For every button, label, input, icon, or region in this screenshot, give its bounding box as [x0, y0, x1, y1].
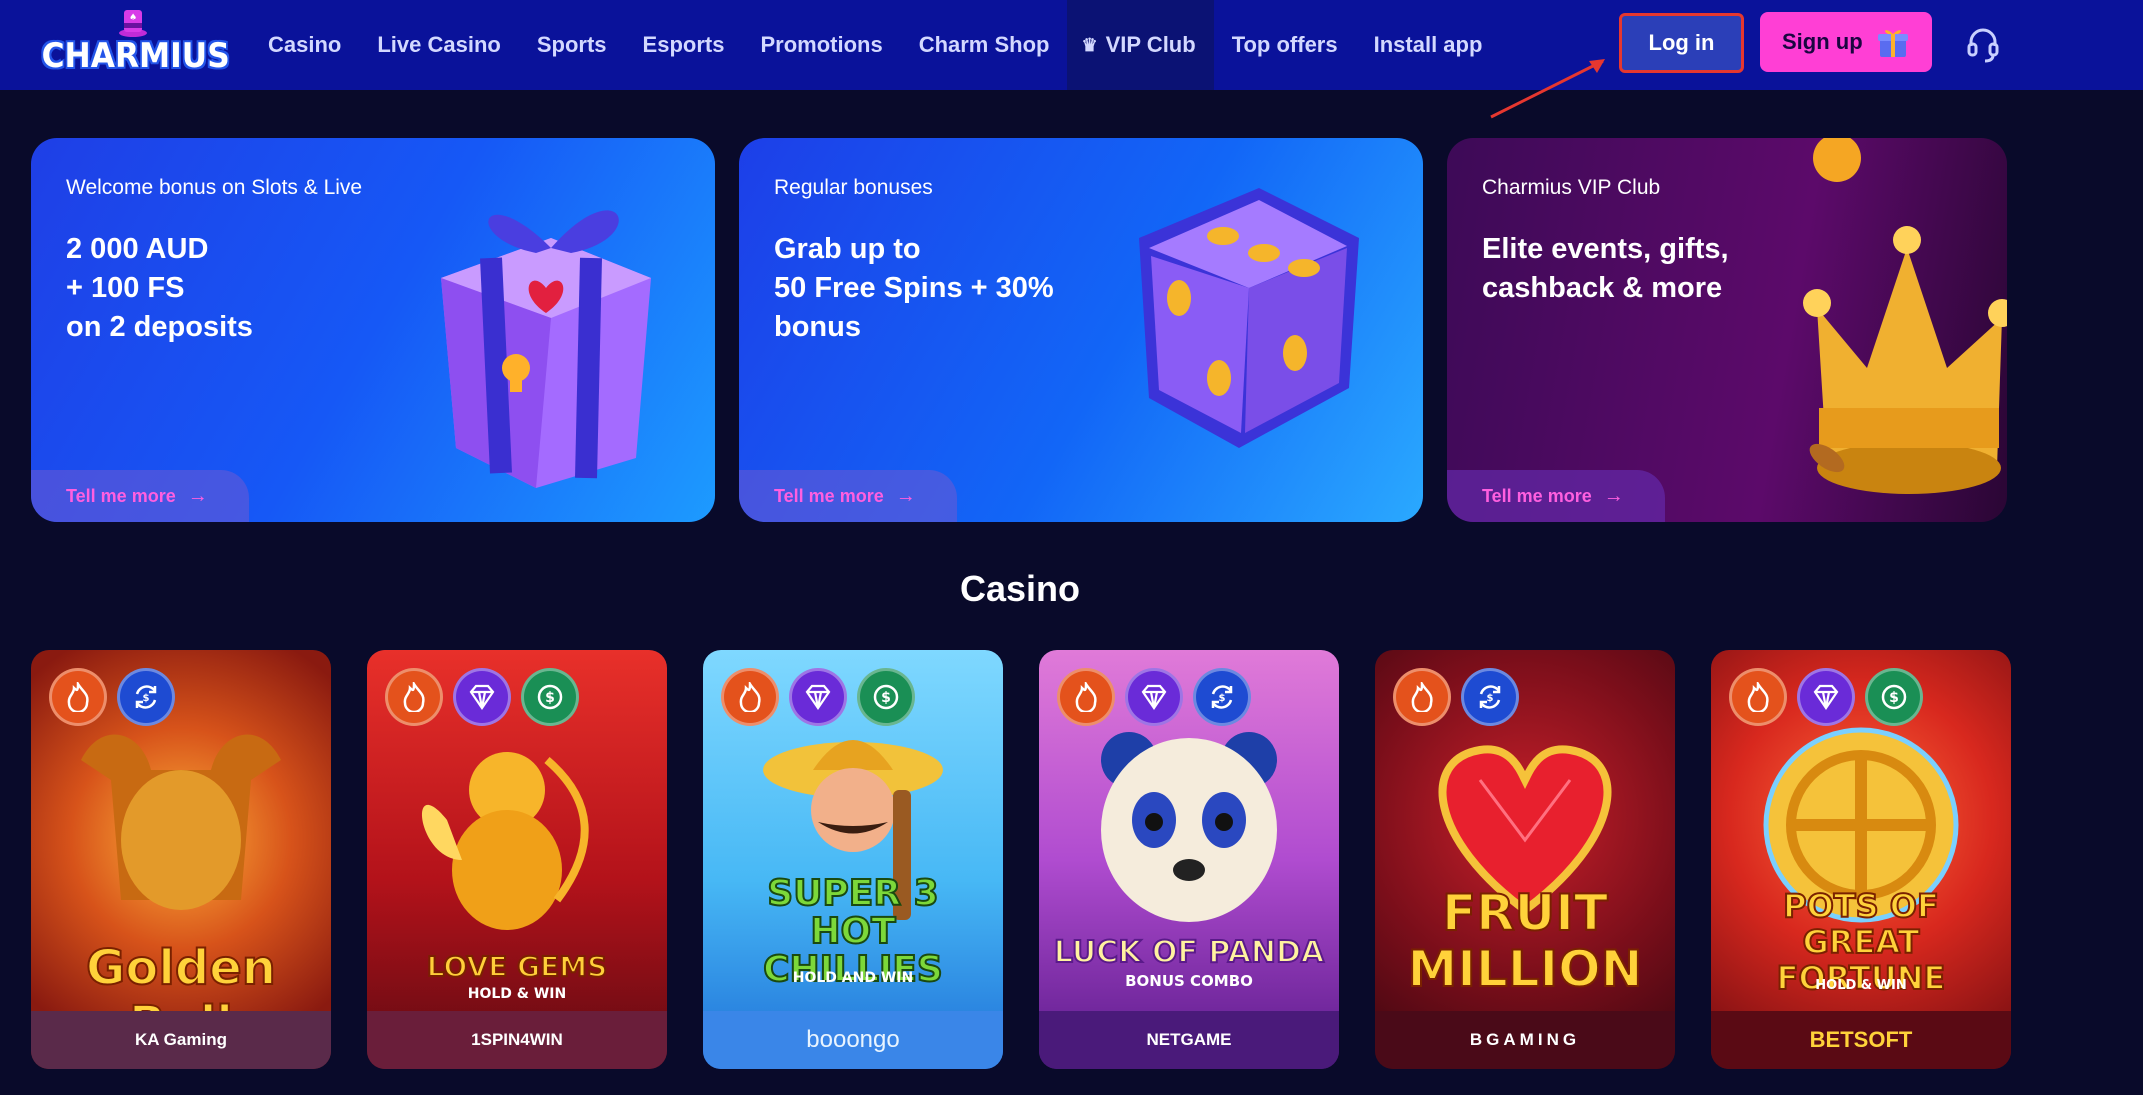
provider-logo: BGAMING: [1375, 1011, 1675, 1069]
cash-icon: $: [1865, 668, 1923, 726]
game-badges: $: [385, 668, 579, 726]
swap-icon: $: [1461, 668, 1519, 726]
promo-headline: Grab up to 50 Free Spins + 30% bonus: [774, 233, 1054, 343]
svg-text:♠: ♠: [129, 13, 137, 23]
logo-wordmark: CHARMIUS: [41, 36, 230, 76]
promo-card-welcome[interactable]: Welcome bonus on Slots & Live 2 000 AUD …: [31, 138, 715, 522]
gem-icon: [453, 668, 511, 726]
signup-button[interactable]: Sign up: [1760, 12, 1932, 72]
gem-icon: [789, 668, 847, 726]
provider-logo: booongo: [703, 1011, 1003, 1069]
game-card-golden-bull[interactable]: Golden Bull KA Gaming $: [31, 650, 331, 1069]
game-subtitle: HOLD AND WIN: [792, 970, 914, 986]
nav-casino[interactable]: Casino: [250, 0, 359, 90]
game-card-fruit-million[interactable]: FRUIT MILLION BGAMING $: [1375, 650, 1675, 1069]
promo-headline: 2 000 AUD + 100 FS on 2 deposits: [66, 233, 253, 343]
game-subtitle: HOLD & WIN: [467, 986, 567, 1002]
nav-top-offers[interactable]: Top offers: [1214, 0, 1356, 90]
svg-text:$: $: [881, 690, 891, 706]
tell-me-more-label: Tell me more: [774, 485, 884, 506]
nav-esports[interactable]: Esports: [625, 0, 743, 90]
game-badges: $: [1057, 668, 1251, 726]
svg-text:$: $: [545, 690, 555, 706]
provider-logo: KA Gaming: [31, 1011, 331, 1069]
game-badges: $: [1393, 668, 1519, 726]
fire-icon: [385, 668, 443, 726]
game-card-pots-of-great-fortune[interactable]: POTS OF GREAT FORTUNE HOLD & WIN BETSOFT…: [1711, 650, 2011, 1069]
nav-vip-club[interactable]: ♛ VIP Club: [1067, 0, 1214, 90]
svg-text:$: $: [143, 693, 150, 704]
top-hat-icon: ♠: [119, 10, 147, 37]
fire-icon: [721, 668, 779, 726]
fire-icon: [1057, 668, 1115, 726]
nav-live-casino[interactable]: Live Casino: [359, 0, 518, 90]
fire-icon: [49, 668, 107, 726]
tell-me-more-label: Tell me more: [66, 485, 176, 506]
game-card-super-3-hot-chillies[interactable]: SUPER 3 HOT CHILLIES HOLD AND WIN booong…: [703, 650, 1003, 1069]
fire-icon: [1393, 668, 1451, 726]
bull-illustration: [81, 734, 281, 910]
gift-icon: [1878, 30, 1908, 57]
svg-text:$: $: [1889, 690, 1899, 706]
game-badges: $: [1729, 668, 1923, 726]
game-title: LOVE GEMS: [426, 949, 609, 984]
promo-card-vip-club[interactable]: Charmius VIP Club Elite events, gifts, c…: [1447, 138, 2007, 522]
game-badges: $: [49, 668, 175, 726]
game-card-luck-of-panda[interactable]: LUCK OF PANDA BONUS COMBO NETGAME $: [1039, 650, 1339, 1069]
promo-headline: Elite events, gifts, cashback & more: [1482, 233, 1729, 304]
promo-kicker: Regular bonuses: [774, 176, 933, 199]
tell-me-more-link[interactable]: Tell me more →: [1447, 470, 1665, 522]
game-subtitle: HOLD & WIN: [1815, 978, 1907, 993]
arrow-right-icon: →: [895, 484, 916, 507]
gem-icon: [1125, 668, 1183, 726]
nav-charm-shop[interactable]: Charm Shop: [901, 0, 1068, 90]
arrow-right-icon: →: [187, 484, 208, 507]
game-title: FRUIT MILLION: [1406, 884, 1643, 998]
nav-promotions[interactable]: Promotions: [742, 0, 900, 90]
swap-icon: $: [117, 668, 175, 726]
promo-kicker: Charmius VIP Club: [1482, 176, 1661, 199]
promo-card-regular-bonuses[interactable]: Regular bonuses Grab up to 50 Free Spins…: [739, 138, 1423, 522]
provider-logo: 1SPIN4WIN: [367, 1011, 667, 1069]
top-navigation-bar: ♠ CHARMIUS Casino Live Casino Sports Esp…: [0, 0, 2143, 90]
tell-me-more-label: Tell me more: [1482, 485, 1592, 506]
cash-icon: $: [857, 668, 915, 726]
swap-icon: $: [1193, 668, 1251, 726]
casino-section-title: Casino: [959, 568, 1081, 609]
tell-me-more-link[interactable]: Tell me more →: [31, 470, 249, 522]
game-badges: $: [721, 668, 915, 726]
cupid-illustration: [421, 752, 589, 930]
nav-sports[interactable]: Sports: [519, 0, 625, 90]
svg-text:$: $: [1487, 693, 1494, 704]
cash-icon: $: [521, 668, 579, 726]
tell-me-more-link[interactable]: Tell me more →: [739, 470, 957, 522]
crown-icon: [1803, 138, 2007, 494]
signup-button-label: Sign up: [1782, 29, 1863, 54]
fire-icon: [1729, 668, 1787, 726]
game-subtitle: BONUS COMBO: [1125, 972, 1253, 990]
charmius-logo[interactable]: ♠ CHARMIUS: [34, 6, 230, 84]
provider-logo: NETGAME: [1039, 1011, 1339, 1069]
gem-icon: [1797, 668, 1855, 726]
game-title: LUCK OF PANDA: [1053, 934, 1325, 971]
nav-install-app[interactable]: Install app: [1356, 0, 1501, 90]
panda-illustration: [1101, 732, 1277, 922]
game-card-love-gems[interactable]: LOVE GEMS HOLD & WIN 1SPIN4WIN $: [367, 650, 667, 1069]
crown-icon: ♛: [1081, 34, 1098, 55]
provider-logo: BETSOFT: [1711, 1011, 2011, 1069]
svg-text:$: $: [1219, 693, 1226, 704]
promo-kicker: Welcome bonus on Slots & Live: [66, 176, 363, 199]
arrow-right-icon: →: [1603, 484, 1624, 507]
main-nav: Casino Live Casino Sports Esports Promot…: [250, 0, 1500, 90]
dice-icon: [1139, 188, 1359, 448]
gift-box-icon: [441, 210, 651, 488]
headset-support-icon[interactable]: [1965, 24, 2001, 64]
nav-vip-club-label: VIP Club: [1105, 32, 1196, 57]
login-button[interactable]: Log in: [1619, 13, 1744, 73]
